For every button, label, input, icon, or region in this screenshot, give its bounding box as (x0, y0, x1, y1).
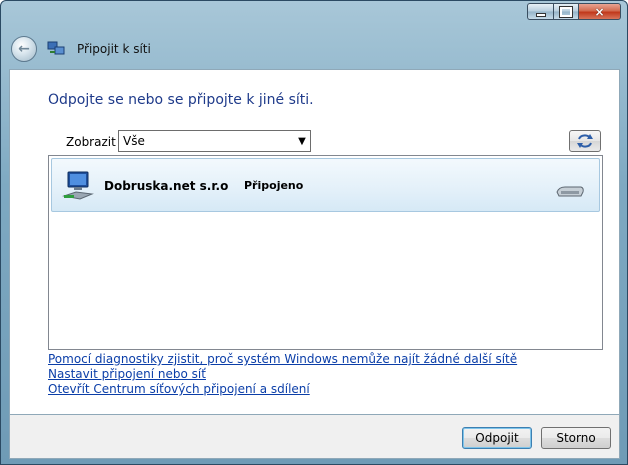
disconnect-button[interactable]: Odpojit (462, 427, 532, 449)
cancel-button[interactable]: Storno (541, 427, 611, 449)
connect-to-network-window: × ← Připojit k síti Odpojte se nebo se p… (0, 0, 628, 465)
minimize-button[interactable] (527, 3, 553, 20)
show-filter-value: Vše (123, 134, 145, 148)
network-computer-icon (62, 170, 94, 202)
network-list: Dobruska.net s.r.o Připojeno (48, 155, 603, 350)
diagnose-link[interactable]: Pomocí diagnostiky zjistit, proč systém … (48, 352, 517, 366)
list-item[interactable]: Dobruska.net s.r.o Připojeno (51, 158, 600, 212)
back-arrow-icon: ← (18, 41, 30, 57)
window-title: Připojit k síti (77, 42, 151, 56)
maximize-button[interactable] (553, 3, 578, 20)
back-button[interactable]: ← (11, 36, 37, 62)
network-name: Dobruska.net s.r.o (104, 179, 229, 193)
chevron-down-icon: ▼ (298, 135, 306, 147)
wired-connection-icon (555, 183, 585, 197)
footer-bar: Odpojit Storno (9, 415, 620, 459)
refresh-icon (577, 134, 593, 148)
close-icon: × (594, 4, 605, 19)
caption-buttons: × (527, 3, 621, 20)
network-center-link[interactable]: Otevřít Centrum síťových připojení a sdí… (48, 382, 310, 396)
refresh-button[interactable] (569, 130, 601, 152)
setup-connection-link[interactable]: Nastavit připojení nebo síť (48, 367, 206, 381)
show-filter-select[interactable]: Vše ▼ (118, 130, 311, 152)
maximize-icon (559, 5, 573, 18)
page-title: Odpojte se nebo se připojte k jiné síti. (48, 92, 314, 108)
network-status: Připojeno (244, 179, 304, 192)
minimize-icon (535, 12, 546, 17)
content-panel: Odpojte se nebo se připojte k jiné síti.… (9, 69, 620, 415)
network-icon (47, 41, 65, 57)
show-label: Zobrazit (66, 135, 116, 149)
close-button[interactable]: × (578, 3, 621, 20)
navigation-bar: ← Připojit k síti (9, 31, 619, 67)
